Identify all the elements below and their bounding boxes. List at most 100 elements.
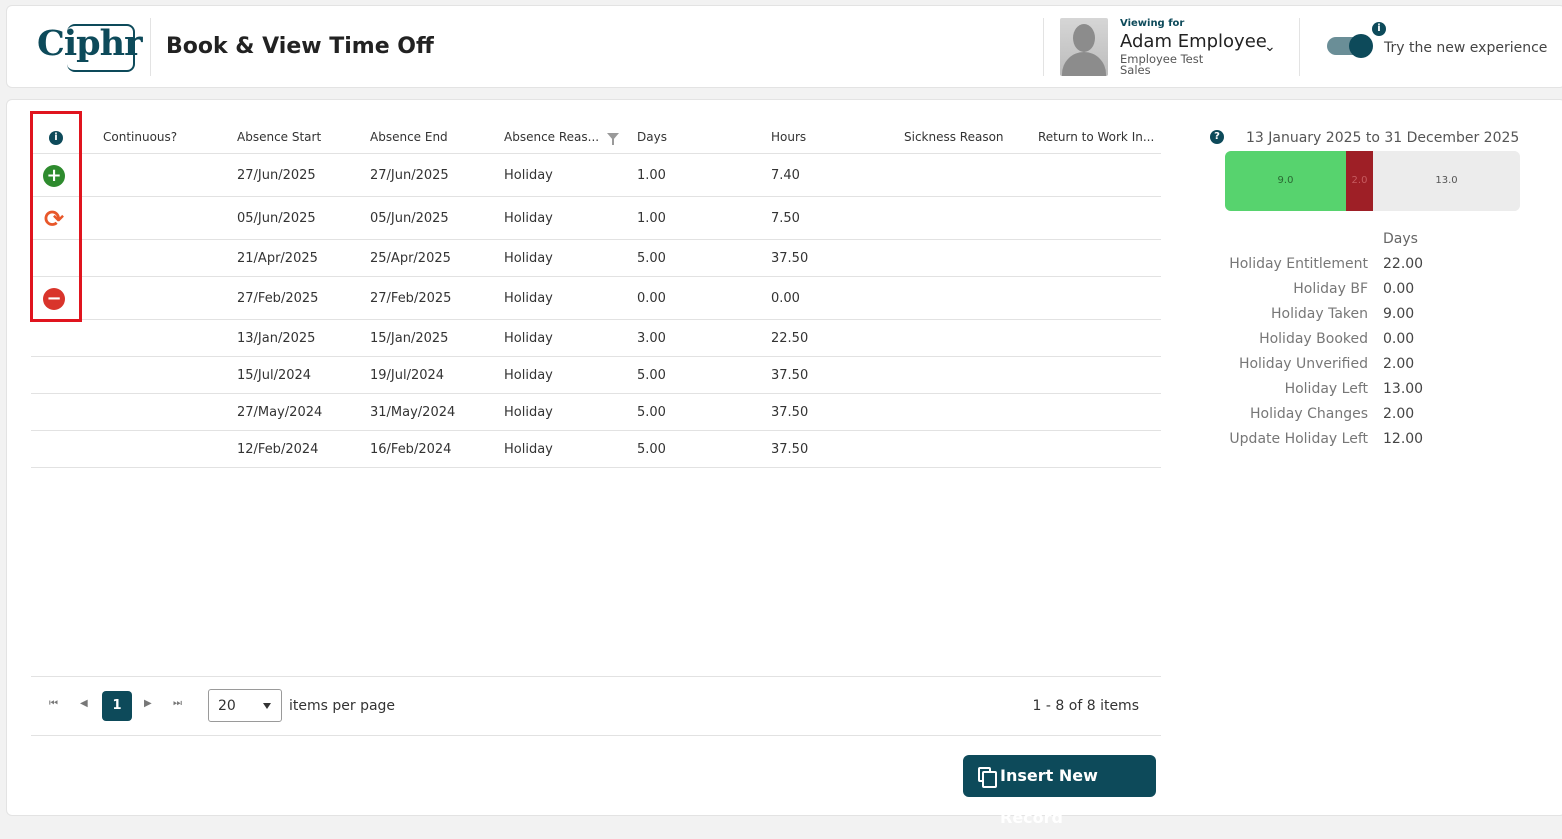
header-divider — [1299, 18, 1300, 76]
cell-absence-end: 19/Jul/2024 — [370, 367, 445, 383]
pagination: ⏮ ◀ 1 ▶ ⏭ 20 items per page 1 - 8 of 8 i… — [31, 676, 1161, 736]
viewing-for-label: Viewing for — [1120, 18, 1185, 29]
insert-new-record-label: Insert New Record — [1000, 766, 1098, 827]
cell-absence-reason: Holiday — [504, 441, 553, 457]
col-absence-start[interactable]: Absence Start — [237, 130, 321, 144]
cell-absence-reason: Holiday — [504, 250, 553, 266]
cell-absence-end: 05/Jun/2025 — [370, 210, 449, 226]
avatar-head — [1073, 24, 1095, 52]
cell-absence-reason: Holiday — [504, 167, 553, 183]
table-row[interactable]: −27/Feb/2025 27/Feb/2025 Holiday 0.00 0.00 — [31, 277, 1161, 320]
col-absence-end[interactable]: Absence End — [370, 130, 448, 144]
main-panel: i Continuous? Absence Start Absence End … — [6, 99, 1562, 827]
first-page-icon[interactable]: ⏮ — [49, 698, 58, 709]
employee-selector[interactable]: Adam Employee — [1120, 31, 1267, 52]
cell-days: 5.00 — [637, 367, 666, 383]
cell-hours: 22.50 — [771, 330, 809, 346]
ciphr-logo[interactable]: Ciphr — [37, 23, 143, 64]
table-row[interactable]: 12/Feb/2024 16/Feb/2024 Holiday 5.00 37.50 — [31, 431, 1161, 468]
cell-absence-start: 12/Feb/2024 — [237, 441, 319, 457]
days-column-header: Days — [1383, 231, 1418, 247]
cell-days: 5.00 — [637, 404, 666, 420]
summary-label: Holiday Left — [1284, 381, 1368, 397]
cell-absence-reason: Holiday — [504, 290, 553, 306]
items-count: 1 - 8 of 8 items — [1032, 698, 1139, 714]
col-days[interactable]: Days — [637, 130, 667, 144]
summary-row: Holiday Left 13.00 — [1207, 381, 1547, 406]
summary-label: Holiday BF — [1293, 281, 1368, 297]
cell-absence-end: 25/Apr/2025 — [370, 250, 451, 266]
next-page-icon[interactable]: ▶ — [144, 698, 152, 709]
bar-segment[interactable]: 13.0 — [1373, 151, 1520, 211]
cell-hours: 37.50 — [771, 404, 809, 420]
summary-value: 0.00 — [1383, 331, 1415, 347]
summary-value: 12.00 — [1383, 431, 1424, 447]
page-size-select[interactable]: 20 — [208, 689, 282, 722]
summary-label: Holiday Entitlement — [1229, 256, 1368, 272]
cell-days: 1.00 — [637, 167, 666, 183]
cell-days: 3.00 — [637, 330, 666, 346]
cell-days: 1.00 — [637, 210, 666, 226]
insert-new-record-button[interactable]: Insert New Record — [963, 755, 1156, 827]
summary-value: 2.00 — [1383, 356, 1415, 372]
copy-icon — [978, 767, 997, 788]
caret-down-icon — [263, 703, 271, 709]
cell-absence-end: 31/May/2024 — [370, 404, 456, 420]
table-row[interactable]: 27/May/2024 31/May/2024 Holiday 5.00 37.50 — [31, 394, 1161, 431]
summary-row: Holiday BF 0.00 — [1207, 281, 1547, 306]
summary-value: 2.00 — [1383, 406, 1415, 422]
summary-value: 22.00 — [1383, 256, 1424, 272]
summary-label: Holiday Taken — [1271, 306, 1368, 322]
cell-absence-end: 27/Feb/2025 — [370, 290, 452, 306]
header-divider — [1043, 18, 1044, 76]
col-absence-reason[interactable]: Absence Reas... — [504, 130, 620, 145]
table-row[interactable]: 15/Jul/2024 19/Jul/2024 Holiday 5.00 37.50 — [31, 357, 1161, 394]
col-hours[interactable]: Hours — [771, 130, 806, 144]
page-title: Book & View Time Off — [166, 34, 434, 59]
summary-row: Holiday Entitlement 22.00 — [1207, 256, 1547, 281]
cell-absence-end: 15/Jan/2025 — [370, 330, 449, 346]
summary-row: Holiday Taken 9.00 — [1207, 306, 1547, 331]
cell-absence-start: 27/May/2024 — [237, 404, 323, 420]
summary-value: 13.00 — [1383, 381, 1424, 397]
info-icon[interactable]: i — [1372, 22, 1386, 36]
cell-absence-reason: Holiday — [504, 210, 553, 226]
cell-absence-start: 27/Feb/2025 — [237, 290, 319, 306]
toggle-knob[interactable] — [1349, 34, 1373, 58]
avatar — [1060, 18, 1108, 76]
chevron-down-icon[interactable]: ⌄ — [1264, 39, 1276, 55]
cell-absence-reason: Holiday — [504, 404, 553, 420]
cell-hours: 37.50 — [771, 441, 809, 457]
help-icon[interactable]: ? — [1210, 130, 1224, 144]
cell-hours: 37.50 — [771, 367, 809, 383]
date-range: 13 January 2025 to 31 December 2025 — [1246, 130, 1520, 146]
page-size-value: 20 — [218, 698, 236, 714]
col-continuous[interactable]: Continuous? — [103, 130, 177, 144]
col-return-to-work[interactable]: Return to Work In... — [1038, 130, 1154, 144]
table-row[interactable]: ⟳ 05/Jun/2025 05/Jun/2025 Holiday 1.00 7.50 — [31, 197, 1161, 240]
items-per-page-label: items per page — [289, 698, 396, 714]
col-sickness-reason[interactable]: Sickness Reason — [904, 130, 1004, 144]
header-divider — [150, 18, 151, 76]
employee-dept: Sales — [1120, 63, 1151, 77]
cell-absence-start: 13/Jan/2025 — [237, 330, 316, 346]
new-experience-toggle[interactable] — [1327, 34, 1373, 58]
prev-page-icon[interactable]: ◀ — [80, 698, 88, 709]
table-row[interactable]: 21/Apr/2025 25/Apr/2025 Holiday 5.00 37.50 — [31, 240, 1161, 277]
col-absence-reason-label: Absence Reas... — [504, 130, 600, 144]
filter-icon[interactable] — [607, 133, 620, 145]
page-button-current[interactable]: 1 — [102, 691, 132, 721]
bar-segment[interactable]: 2.0 — [1346, 151, 1373, 211]
try-new-experience-label: Try the new experience — [1384, 40, 1548, 56]
table-row[interactable]: 13/Jan/2025 15/Jan/2025 Holiday 3.00 22.50 — [31, 320, 1161, 357]
cell-absence-start: 15/Jul/2024 — [237, 367, 312, 383]
cell-absence-reason: Holiday — [504, 330, 553, 346]
cell-hours: 0.00 — [771, 290, 800, 306]
summary-value: 0.00 — [1383, 281, 1415, 297]
table-row[interactable]: +27/Jun/2025 27/Jun/2025 Holiday 1.00 7.40 — [31, 154, 1161, 197]
summary-label: Holiday Changes — [1250, 406, 1368, 422]
last-page-icon[interactable]: ⏭ — [173, 698, 182, 709]
cell-absence-start: 21/Apr/2025 — [237, 250, 318, 266]
bar-segment[interactable]: 9.0 — [1225, 151, 1346, 211]
summary-label: Holiday Booked — [1259, 331, 1368, 347]
